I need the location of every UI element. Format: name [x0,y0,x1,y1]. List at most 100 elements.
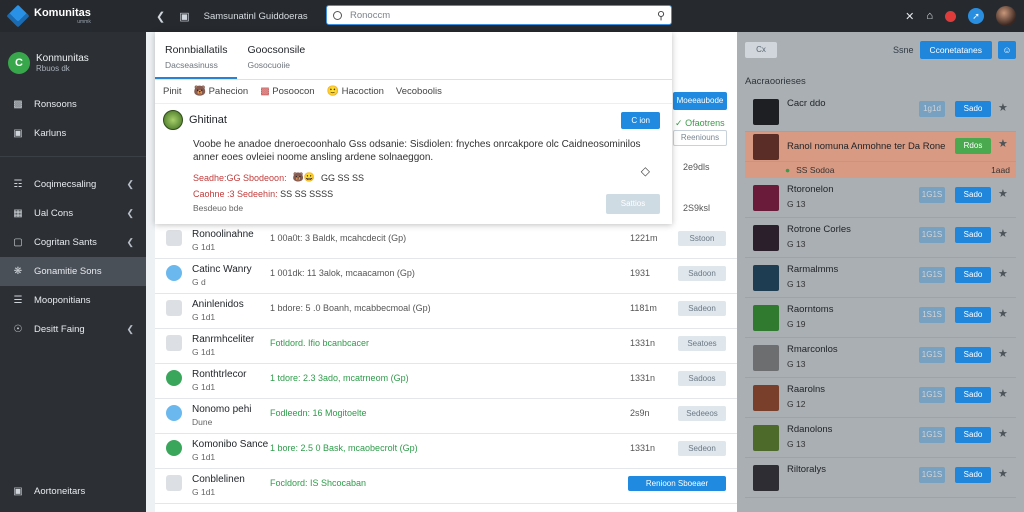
row-button[interactable]: Sedeon [678,441,726,456]
lock-icon: ● [785,165,791,175]
thread-count: 1221m [630,233,658,243]
gear-icon: ❋ [13,266,23,277]
filter-item-2[interactable]: 🙂 Hacoction [327,86,384,97]
thread-icon [166,370,182,386]
breadcrumb[interactable]: Samsunatinl Guiddoeras [204,11,308,22]
table-row[interactable]: Catinc Wanry G d 1 001dk: 11 3alok, mcaa… [155,259,737,294]
list-item[interactable]: Cacr ddo 1g1d Sado ★ [745,92,1016,132]
list-item[interactable]: Rmarconlos G 13 1G1S Sado ★ [745,338,1016,378]
sidebar-item-0[interactable]: ▩ Ronsoons [0,90,146,119]
row-button[interactable]: Sedeeos [678,406,726,421]
search-prefix-icon [333,10,342,20]
filter-item-0[interactable]: 🐻 Pahecion [193,86,248,97]
row-button-primary[interactable]: Renioon Sboeaer [628,476,726,491]
filter-chip[interactable]: Cx [745,42,777,58]
sidebar-item-7[interactable]: ☉ Desitt Faing ❮ [0,315,146,344]
table-row[interactable]: Conblelinen G 1d1 Focldord: IS Shcocaban… [155,469,737,504]
close-x-icon[interactable]: ✕ [905,10,914,23]
item-button[interactable]: Sado [955,227,991,243]
back-icon[interactable]: ❮ [156,10,165,23]
sidebar-item-1[interactable]: ▣ Karluns [0,119,146,148]
thread-icon [166,335,182,351]
star-icon[interactable]: ★ [998,307,1008,320]
star-icon[interactable]: ★ [998,467,1008,480]
home-icon[interactable]: ⌂ [926,10,933,22]
item-button[interactable]: Rdos [955,138,991,154]
notification-icon[interactable] [945,10,956,22]
item-button[interactable]: Sado [955,387,991,403]
sidebar-item-6[interactable]: ☰ Mooponitians [0,286,146,315]
star-icon[interactable]: ★ [998,427,1008,440]
reply-button[interactable]: Sattios [606,194,660,214]
compass-icon[interactable]: ➚ [968,8,984,24]
sidebar-item-5[interactable]: ❋ Gonamitie Sons [0,257,146,286]
share-icon[interactable]: ◇ [641,164,650,178]
cta-button[interactable]: Moeeaubode [673,92,727,110]
community-header[interactable]: C Konmunitas Rbuos dk [0,32,146,90]
list-item[interactable]: Riltoralys 1G1S Sado ★ [745,458,1016,498]
filter-item-3[interactable]: Vecoboolis [396,86,442,97]
sidebar-item-label: Cogritan Sants [34,237,97,248]
item-button[interactable]: Sado [955,427,991,443]
primary-button[interactable]: Cconetatanes [919,41,992,59]
user-icon[interactable]: ☺ [998,41,1016,59]
list-item[interactable]: Rotrone Corles G 13 1G1S Sado ★ [745,218,1016,258]
list-item[interactable]: Rtoronelon G 13 1G1S Sado ★ [745,178,1016,218]
post-avatar[interactable] [163,110,183,130]
table-row[interactable]: Nonomo pehi Dune Fodleedn: 16 Mogitoelte… [155,399,737,434]
right-panel-toolbar: Cx Ssne Cconetatanes ☺ [745,32,1016,68]
table-row[interactable]: Komonibo Sance G 1d1 1 bore: 2.5 0 Bask,… [155,434,737,469]
table-row[interactable]: Ronoolinahne G 1d1 1 00a0t: 3 Baldk, mca… [155,224,737,259]
smile-icon: 🙂 [326,86,340,97]
outline-button[interactable]: Reeniouns [673,130,727,146]
row-button[interactable]: Sstoon [678,231,726,246]
table-row[interactable]: Ronthtrlecor G 1d1 1 tdore: 2.3 3ado, mc… [155,364,737,399]
item-button[interactable]: Sado [955,467,991,483]
item-sub: G 13 [787,239,806,249]
filter-item-1[interactable]: ▩ Posoocon [260,86,314,97]
table-row[interactable]: Aninlenidos G 1d1 1 bdore: 5 .0 Boanh, m… [155,294,737,329]
list-item[interactable]: Rdanolons G 13 1G1S Sado ★ [745,418,1016,458]
star-icon[interactable]: ★ [998,137,1008,150]
thread-meta: 1 bdore: 5 .0 Boanh, mcabbecmoal (Gp) [270,303,431,313]
list-item[interactable]: Rarmalmms G 13 1G1S Sado ★ [745,258,1016,298]
check-icon: ✓ [675,118,683,128]
tag-icon: ▩ [260,86,270,97]
sidebar-item-3[interactable]: ▦ Ual Cons ❮ [0,199,146,228]
post-action-button[interactable]: C ion [621,112,660,129]
page-icon[interactable]: ▣ [179,10,189,23]
brand[interactable]: Komunitas ummk [0,4,146,28]
sidebar-footer-item[interactable]: ▣ Aortoneitars [0,477,146,506]
star-icon[interactable]: ★ [998,347,1008,360]
tab-1[interactable]: Goocsonsile Gosocuoiie [237,32,315,79]
star-icon[interactable]: ★ [998,187,1008,200]
item-button[interactable]: Sado [955,347,991,363]
thread-meta: 1 00a0t: 3 Baldk, mcahcdecit (Gp) [270,233,407,243]
right-panel-label: Ssne [893,45,914,55]
list-item-highlighted[interactable]: Ranol nomuna Anmohne ter Da Rone Rdos ★ [745,132,1016,162]
post-card: Ghitinat C ion Voobe he anadoe dneroecoo… [155,104,672,219]
tab-0[interactable]: Ronnbiallatils Dacseasinuss [155,32,238,79]
table-row[interactable]: Ranrmhceliter G 1d1 Fotldord. Ifio bcanb… [155,329,737,364]
star-icon[interactable]: ★ [998,267,1008,280]
sidebar-item-2[interactable]: ☶ Coqimecsaling ❮ [0,170,146,199]
row-button[interactable]: Seatoes [678,336,726,351]
search-icon[interactable]: ⚲ [657,9,665,22]
avatar[interactable] [996,6,1016,26]
row-button[interactable]: Sadeon [678,301,726,316]
item-button[interactable]: Sado [955,267,991,283]
item-button[interactable]: Sado [955,101,991,117]
item-title: Cacr ddo [787,98,826,109]
search-input[interactable]: Ronoccm ⚲ [326,5,672,25]
list-item[interactable]: Raarolns G 12 1G1S Sado ★ [745,378,1016,418]
community-sub: Rbuos dk [36,64,70,73]
sidebar-item-4[interactable]: ▢ Cogritan Sants ❮ [0,228,146,257]
item-button[interactable]: Sado [955,307,991,323]
row-button[interactable]: Sadoon [678,266,726,281]
star-icon[interactable]: ★ [998,101,1008,114]
star-icon[interactable]: ★ [998,227,1008,240]
list-item[interactable]: Raorntoms G 19 1S1S Sado ★ [745,298,1016,338]
star-icon[interactable]: ★ [998,387,1008,400]
item-button[interactable]: Sado [955,187,991,203]
row-button[interactable]: Sadoos [678,371,726,386]
